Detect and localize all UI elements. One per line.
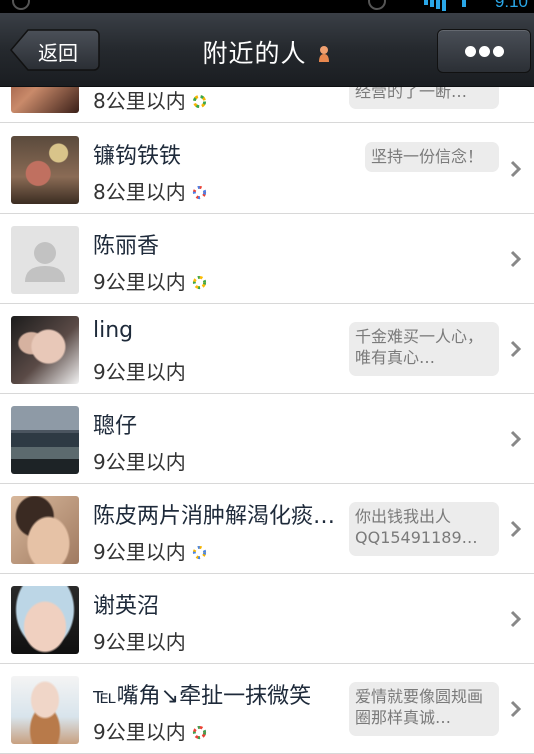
moments-ring-icon [192,725,206,740]
list-item[interactable]: 陈丽香 9公里以内 [0,214,534,304]
signature-bubble: 千金难买一人心，唯有真心… [349,322,499,376]
list-item[interactable]: 镰钩铁铁 8公里以内 坚持一份信念！ [0,124,534,214]
more-dot-icon [465,46,476,57]
status-icon [12,0,30,10]
avatar [11,136,79,204]
avatar [11,316,79,384]
contact-name: 镰钩铁铁 [93,144,182,169]
contact-name: ℡嘴角↘牵扯一抹微笑 [93,684,312,709]
distance-label: 9公里以内 [93,360,186,384]
signature-bubble: 你出钱我出人QQ15491189… [349,502,499,556]
signal-icon [424,0,428,5]
female-icon [319,46,330,62]
list-item[interactable]: 陈皮两片消肿解渴化痰… 9公里以内 你出钱我出人QQ15491189… [0,484,534,574]
distance-label: 8公里以内 [93,87,207,114]
distance-label: 9公里以内 [93,450,186,474]
avatar [11,676,79,744]
moments-ring-icon [192,94,206,109]
default-avatar-icon [25,242,65,282]
avatar [11,87,79,113]
distance-label: 9公里以内 [93,630,186,654]
contact-name: 谢英沼 [93,594,160,619]
chevron-right-icon [510,250,522,268]
signature-bubble: 经营的了一断… [349,87,499,109]
list-item[interactable]: 聰仔 9公里以内 [0,394,534,484]
avatar [11,496,79,564]
distance-label: 8公里以内 [93,176,207,205]
status-bar: 9:10 [0,0,534,13]
contact-name: 陈皮两片消肿解渴化痰… [93,504,336,529]
moments-ring-icon [192,185,206,200]
contact-name: ling [93,318,134,343]
list-item[interactable]: ling 9公里以内 千金难买一人心，唯有真心… [0,304,534,394]
contact-name: 聰仔 [93,414,138,439]
chevron-right-icon [510,430,522,448]
list-item[interactable]: 谢英沼 9公里以内 [0,574,534,664]
list-item[interactable]: ℡嘴角↘牵扯一抹微笑 9公里以内 爱情就要像圆规画圈那样真诚… [0,664,534,754]
avatar [11,406,79,474]
contact-name: 陈丽香 [93,234,160,259]
battery-icon [462,0,466,7]
more-options-button[interactable] [437,29,531,73]
distance-label: 9公里以内 [93,716,207,745]
status-icon [368,0,386,10]
moments-ring-icon [192,545,206,560]
distance-label: 9公里以内 [93,266,207,295]
chevron-right-icon [510,160,522,178]
signature-bubble: 爱情就要像圆规画圈那样真诚… [349,682,499,736]
list-item[interactable]: 8公里以内 经营的了一断… [0,87,534,123]
avatar-placeholder [11,226,79,294]
nearby-people-list: 8公里以内 经营的了一断… 镰钩铁铁 8公里以内 坚持一份信念！ 陈丽香 9公里… [0,87,534,754]
chevron-right-icon [510,610,522,628]
distance-label: 9公里以内 [93,536,207,565]
signature-bubble: 坚持一份信念！ [365,142,499,172]
moments-ring-icon [192,275,206,290]
title-bar: 返回 附近的人 [0,13,534,87]
avatar [11,586,79,654]
status-clock: 9:10 [494,0,528,11]
chevron-right-icon [510,700,522,718]
chevron-right-icon [510,340,522,358]
chevron-right-icon [510,520,522,538]
